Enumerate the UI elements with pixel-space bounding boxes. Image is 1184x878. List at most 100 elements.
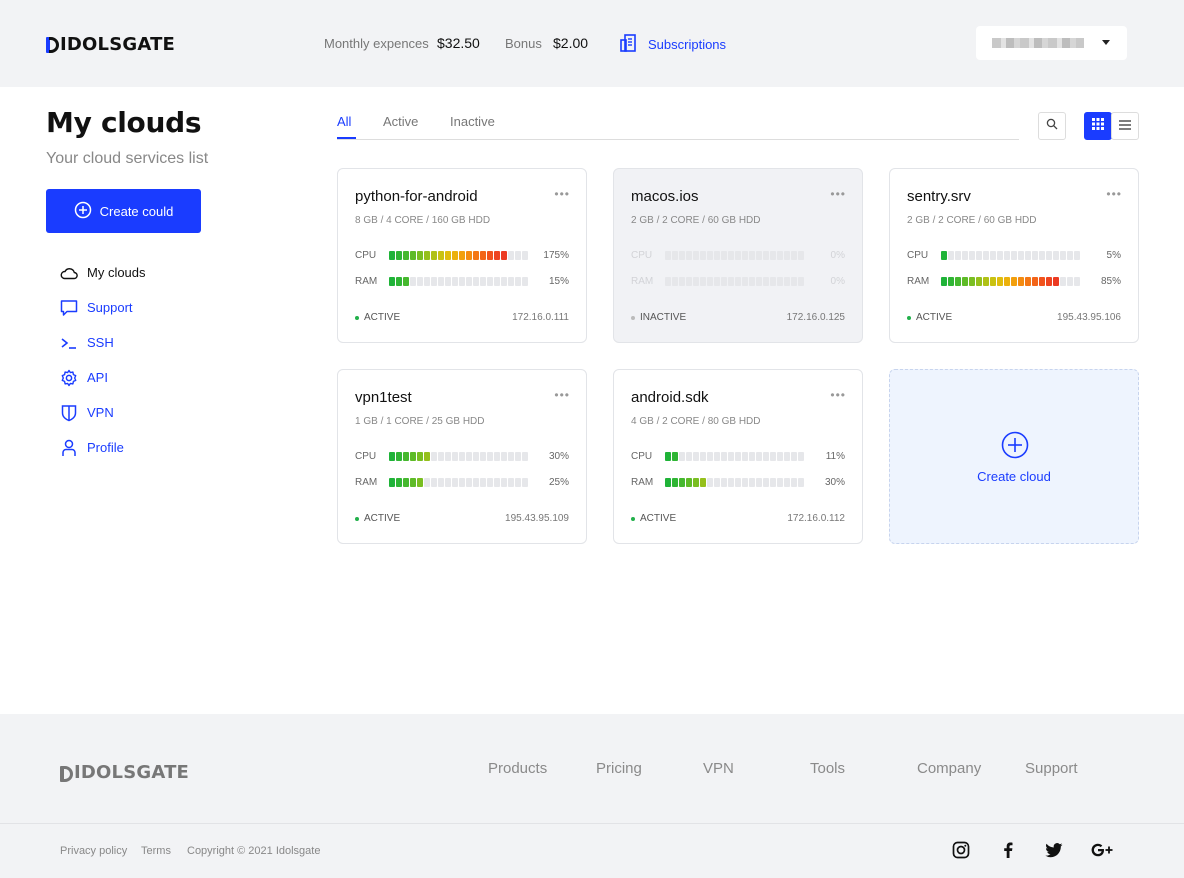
meter-segment xyxy=(501,478,507,487)
tab-inactive[interactable]: Inactive xyxy=(450,114,495,129)
meter-segment xyxy=(438,452,444,461)
sidebar-item-support[interactable]: Support xyxy=(60,290,146,325)
cloud-card[interactable]: python-for-android ••• 8 GB / 4 CORE / 160… xyxy=(337,168,587,343)
user-menu-dropdown[interactable] xyxy=(976,26,1127,60)
footer-link-company[interactable]: Company xyxy=(917,760,981,777)
sidebar-item-ssh[interactable]: SSH xyxy=(60,325,146,360)
meter-segment xyxy=(728,452,734,461)
status-badge: ACTIVE xyxy=(355,513,400,524)
meter-segment xyxy=(798,277,804,286)
google-plus-icon[interactable] xyxy=(1090,840,1114,860)
plus-circle-icon xyxy=(74,201,92,222)
meter-segment xyxy=(770,277,776,286)
footer-link-support[interactable]: Support xyxy=(1025,760,1078,777)
logo-mark-icon xyxy=(60,763,73,783)
footer-divider xyxy=(0,823,1184,824)
meter-segment xyxy=(431,478,437,487)
status-text: ACTIVE xyxy=(364,513,401,524)
meter-segment xyxy=(452,478,458,487)
sidebar-item-api[interactable]: API xyxy=(60,360,146,395)
instagram-icon[interactable] xyxy=(951,840,971,860)
meter-segment xyxy=(1046,277,1052,286)
meter-segment xyxy=(508,251,514,260)
cpu-meter: CPU 30% xyxy=(355,451,569,463)
meter-segment xyxy=(431,452,437,461)
sidebar-item-vpn[interactable]: VPN xyxy=(60,395,146,430)
ip-address: 195.43.95.106 xyxy=(1057,312,1121,323)
sidebar-nav: My clouds Support SSH API VPN Profile xyxy=(60,255,146,465)
twitter-icon[interactable] xyxy=(1044,840,1064,860)
meter-segment xyxy=(396,251,402,260)
create-cloud-button-label: Create could xyxy=(99,203,174,219)
create-cloud-card[interactable]: Create cloud xyxy=(889,369,1139,544)
terms-link[interactable]: Terms xyxy=(141,845,171,857)
meter-segment xyxy=(749,251,755,260)
tab-all[interactable]: All xyxy=(337,114,351,129)
meter-segment xyxy=(515,251,521,260)
search-button[interactable] xyxy=(1038,112,1066,140)
grid-view-button[interactable] xyxy=(1084,112,1112,140)
facebook-icon[interactable] xyxy=(998,840,1018,860)
sidebar-item-label: SSH xyxy=(87,335,114,350)
meter-segment xyxy=(396,478,402,487)
subscriptions-link[interactable]: Subscriptions xyxy=(620,34,726,55)
meter-segment xyxy=(686,452,692,461)
meter-segment xyxy=(438,277,444,286)
more-options-icon[interactable]: ••• xyxy=(830,187,846,201)
meter-segment xyxy=(389,478,395,487)
footer-link-tools[interactable]: Tools xyxy=(810,760,845,777)
meter-segment xyxy=(473,452,479,461)
cloud-card[interactable]: macos.ios ••• 2 GB / 2 CORE / 60 GB HDD CPU… xyxy=(613,168,863,343)
cloud-card[interactable]: sentry.srv ••• 2 GB / 2 CORE / 60 GB HDD CP… xyxy=(889,168,1139,343)
list-view-button[interactable] xyxy=(1111,112,1139,140)
more-options-icon[interactable]: ••• xyxy=(554,388,570,402)
meter-segment xyxy=(466,478,472,487)
footer-link-pricing[interactable]: Pricing xyxy=(596,760,642,777)
meter-segment xyxy=(410,478,416,487)
cloud-name: sentry.srv xyxy=(907,188,971,205)
meter-segment xyxy=(742,277,748,286)
meter-segment xyxy=(672,452,678,461)
cloud-card[interactable]: android.sdk ••• 4 GB / 2 CORE / 80 GB HDD C… xyxy=(613,369,863,544)
meter-segment xyxy=(1039,277,1045,286)
meter-segment xyxy=(473,251,479,260)
meter-segment xyxy=(1053,251,1059,260)
cloud-name: android.sdk xyxy=(631,389,709,406)
footer-logo[interactable]: IDOLSGATE xyxy=(60,762,189,783)
terminal-icon xyxy=(60,334,78,352)
tab-active[interactable]: Active xyxy=(383,114,418,129)
create-cloud-button[interactable]: Create could xyxy=(46,189,201,233)
footer-link-vpn[interactable]: VPN xyxy=(703,760,734,777)
meter-segment xyxy=(410,452,416,461)
meter-segment xyxy=(756,251,762,260)
more-options-icon[interactable]: ••• xyxy=(830,388,846,402)
meter-segment xyxy=(424,452,430,461)
meter-segment xyxy=(742,251,748,260)
meter-segment xyxy=(431,277,437,286)
chevron-down-icon xyxy=(1102,40,1110,45)
more-options-icon[interactable]: ••• xyxy=(1106,187,1122,201)
meter-segment xyxy=(466,452,472,461)
meter-segment xyxy=(721,277,727,286)
ram-meter: RAM 0% xyxy=(631,276,845,288)
meter-segment xyxy=(522,452,528,461)
footer-link-products[interactable]: Products xyxy=(488,760,547,777)
meter-segment xyxy=(997,277,1003,286)
meter-segment xyxy=(459,251,465,260)
sidebar-item-profile[interactable]: Profile xyxy=(60,430,146,465)
cloud-card[interactable]: vpn1test ••• 1 GB / 1 CORE / 25 GB HDD CPU 3… xyxy=(337,369,587,544)
ram-value: 25% xyxy=(548,477,569,488)
privacy-policy-link[interactable]: Privacy policy xyxy=(60,845,127,857)
more-options-icon[interactable]: ••• xyxy=(554,187,570,201)
meter-segment xyxy=(501,452,507,461)
brand-logo[interactable]: IDOLSGATE xyxy=(46,32,175,56)
status-dot-icon xyxy=(355,516,359,521)
sidebar-item-my-clouds[interactable]: My clouds xyxy=(60,255,146,290)
meter-segment xyxy=(487,452,493,461)
meter-segment xyxy=(749,452,755,461)
meter-segment xyxy=(508,478,514,487)
meter-segment xyxy=(417,478,423,487)
cpu-value: 0% xyxy=(830,250,845,261)
ram-bar xyxy=(389,478,528,487)
meter-segment xyxy=(948,277,954,286)
